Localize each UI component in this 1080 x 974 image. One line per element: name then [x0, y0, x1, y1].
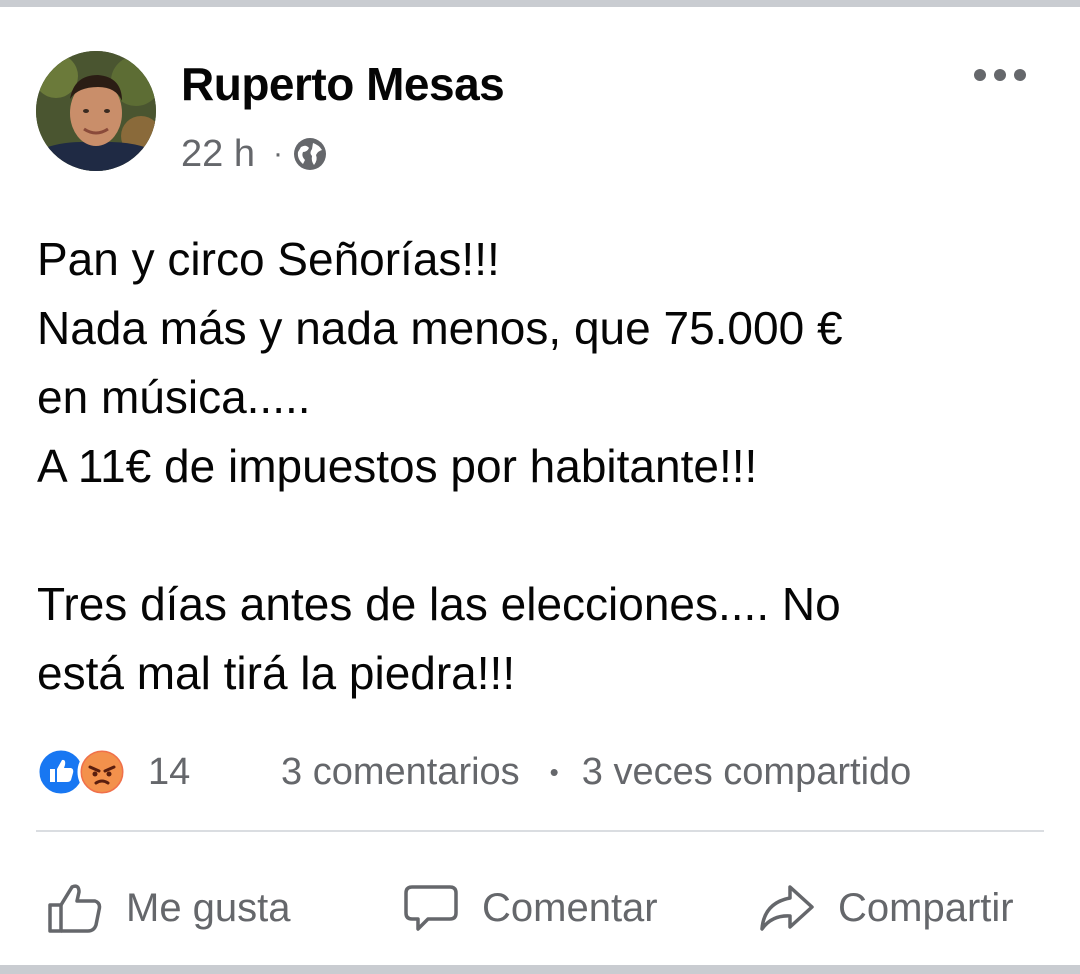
author-name[interactable]: Ruperto Mesas: [181, 57, 505, 111]
comment-label: Comentar: [482, 885, 658, 930]
post-line: Tres días antes de las elecciones.... No: [37, 578, 841, 630]
shares-count-link[interactable]: 3 veces compartido: [582, 751, 912, 794]
comment-icon: [404, 885, 458, 931]
stats-separator: •: [549, 756, 559, 787]
post-timestamp[interactable]: 22 h: [181, 133, 255, 176]
meta-separator: ·: [272, 137, 283, 170]
post-line: A 11€ de impuestos por habitante!!!: [37, 440, 758, 492]
reaction-count: 14: [148, 750, 191, 793]
reaction-icons: [36, 747, 127, 797]
divider: [36, 830, 1044, 832]
more-options-dot: [974, 69, 986, 81]
post-line: [37, 501, 1047, 570]
post-meta: 22 h ·: [181, 129, 327, 179]
like-button[interactable]: Me gusta: [46, 873, 291, 943]
share-arrow-icon: [760, 885, 814, 931]
post-line: Pan y circo Señorías!!!: [37, 233, 500, 285]
more-options-button[interactable]: [974, 67, 1026, 83]
comments-count-link[interactable]: 3 comentarios: [281, 751, 520, 794]
post-line: en música.....: [37, 371, 311, 423]
more-options-dot: [1014, 69, 1026, 81]
share-label: Compartir: [838, 885, 1014, 930]
post-line: Nada más y nada menos, que 75.000 €: [37, 302, 843, 354]
engagement-stats: 3 comentarios • 3 veces compartido: [281, 743, 911, 801]
avatar-photo: [36, 51, 156, 171]
post-line: está mal tirá la piedra!!!: [37, 647, 516, 699]
like-reaction-icon: [36, 747, 86, 797]
globe-icon: [293, 138, 326, 170]
comment-button[interactable]: Comentar: [402, 873, 658, 943]
avatar[interactable]: [36, 51, 156, 171]
post-card: Ruperto Mesas 22 h · Pan y circo Señoría…: [0, 7, 1080, 965]
share-button[interactable]: Compartir: [758, 873, 1014, 943]
like-label: Me gusta: [126, 885, 291, 930]
post-body: Pan y circo Señorías!!! Nada más y nada …: [37, 225, 1047, 708]
more-options-dot: [994, 69, 1006, 81]
angry-reaction-icon: [77, 747, 127, 797]
reaction-summary[interactable]: 14: [36, 743, 190, 801]
thumbs-up-icon: [48, 884, 102, 933]
